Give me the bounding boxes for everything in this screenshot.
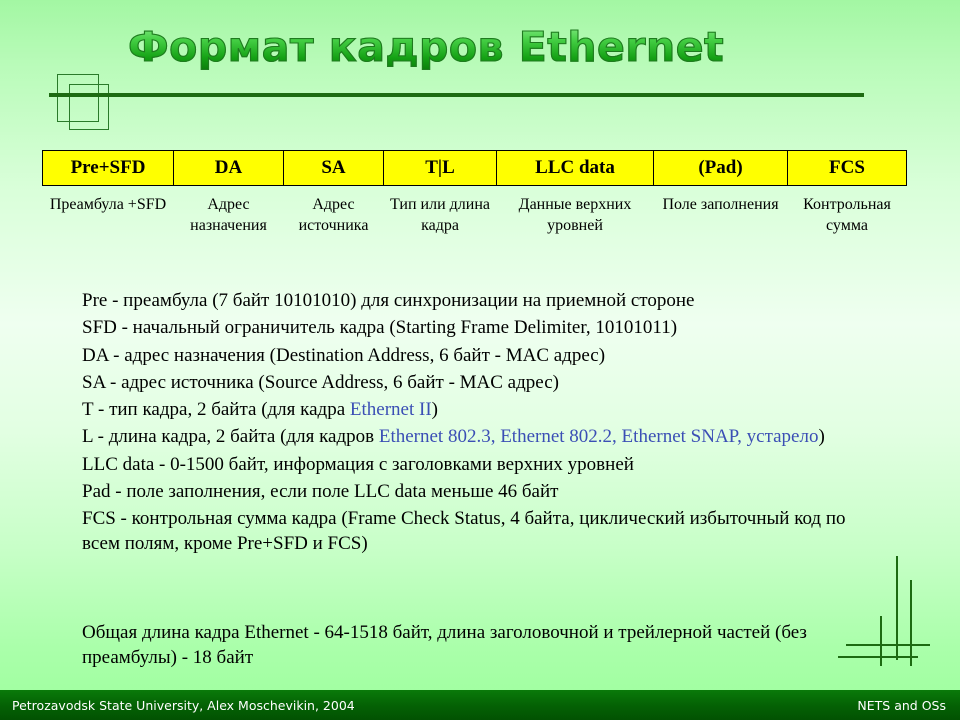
explanation-pre: Pre - преамбула (7 байт 10101010) для си… [82, 290, 695, 311]
frame-desc-pad: Поле заполнения [662, 196, 779, 213]
frame-desc-fcs: Контрольная сумма [803, 196, 891, 235]
frame-desc-pre-sfd: Преамбула +SFD [49, 196, 167, 213]
frame-field-tl: T|L [383, 150, 497, 186]
link-ethernet-ii[interactable]: Ethernet II [350, 399, 432, 420]
explanation-llc-data: LLC data - 0-1500 байт, информация с заг… [82, 453, 634, 475]
explanation-length-suffix: ) [818, 426, 825, 448]
frame-field-llc-data: LLC data [496, 150, 654, 186]
explanation-pad: Pad - поле заполнения, если поле LLC dat… [82, 480, 559, 502]
frame-length-summary: Общая длина кадра Ethernet - 64-1518 бай… [82, 622, 807, 669]
frame-desc-sa: Адрес источника [298, 196, 369, 235]
frame-field-pre-sfd: Pre+SFD [42, 150, 174, 186]
footer-course-name: NETS and OSs [857, 697, 946, 713]
footer-attribution: Petrozavodsk State University, Alex Mosc… [12, 697, 355, 713]
frame-desc-da: Адрес назначения [190, 196, 267, 235]
ethernet-frame-table: Pre+SFD DA SA T|L LLC data (Pad) FCS Пре… [42, 150, 907, 236]
explanation-sfd: SFD - начальный ограничитель кадра (Star… [82, 317, 678, 339]
explanation-type-suffix: ) [431, 399, 438, 421]
explanation-length-prefix: L - длина кадра, 2 байта (для кадров [82, 426, 379, 448]
decorative-line-vertical-2 [910, 580, 912, 666]
title-area: Формат кадров Ethernet [0, 0, 960, 130]
explanation-fcs: FCS - контрольная сумма кадра (Frame Che… [82, 508, 846, 555]
frame-field-da: DA [173, 150, 284, 186]
title-divider-line [49, 93, 864, 97]
frame-field-sa: SA [283, 150, 384, 186]
decorative-line-vertical-3 [880, 616, 882, 666]
decorative-square-front [69, 84, 109, 130]
frame-field-fcs: FCS [787, 150, 907, 186]
explanation-length: L - длина кадра, 2 байта (для кадров Eth… [82, 424, 882, 449]
explanation-type: T - тип кадра, 2 байта (для кадра Ethern… [82, 397, 882, 422]
explanation-sa: SA - адрес источника (Source Address, 6 … [82, 371, 559, 393]
explanation-da: DA - адрес назначения (Destination Addre… [82, 344, 606, 366]
presentation-slide: Формат кадров Ethernet Pre+SFD DA SA T|L… [0, 0, 960, 720]
decorative-grid-lines [838, 556, 960, 666]
frame-field-pad: (Pad) [653, 150, 788, 186]
link-ethernet-standards[interactable]: Ethernet 802.3, Ethernet 802.2, Ethernet… [379, 426, 819, 447]
frame-desc-tl: Тип или длина кадра [390, 196, 490, 235]
page-title: Формат кадров Ethernet [127, 22, 725, 71]
explanation-type-prefix: T - тип кадра, 2 байта (для кадра [82, 399, 350, 421]
decorative-line-horizontal-1 [846, 644, 930, 646]
table-header-row: Pre+SFD DA SA T|L LLC data (Pad) FCS [42, 150, 907, 186]
frame-desc-llc-data: Данные верхних уровней [518, 196, 632, 235]
decorative-line-horizontal-2 [838, 656, 918, 658]
slide-footer: Petrozavodsk State University, Alex Mosc… [0, 690, 960, 720]
table-description-row: Преамбула +SFD Адрес назначения Адрес ис… [43, 186, 907, 237]
frame-field-explanations: Pre - преамбула (7 байт 10101010) для си… [82, 288, 882, 559]
